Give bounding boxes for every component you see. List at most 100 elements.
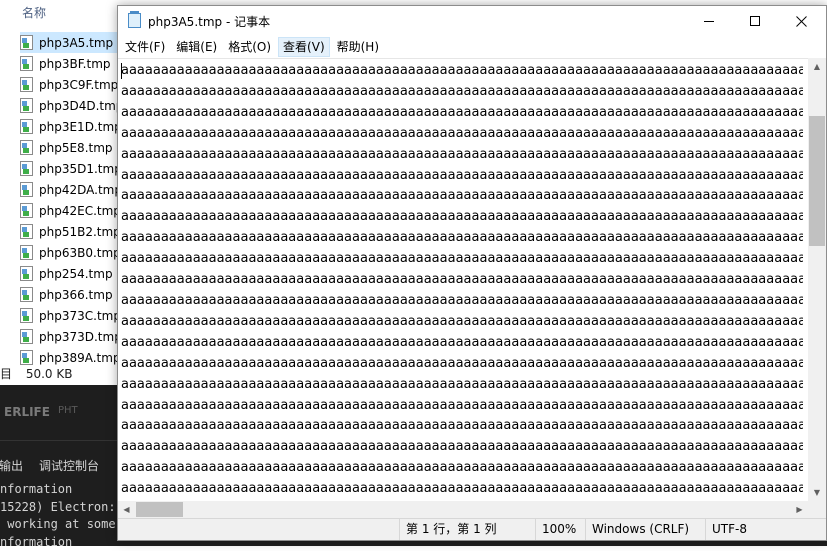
php-file-icon [20,266,33,281]
encoding: UTF-8 [705,519,822,540]
file-list-item[interactable]: php42EC.tmp [20,200,130,221]
php-file-icon [20,224,33,239]
php-file-icon [20,140,33,155]
horizontal-scrollbar[interactable]: ◀ ▶ [118,501,808,518]
file-name: php51B2.tmp [39,225,121,239]
file-name: php3D4D.tmp [39,99,123,113]
item-count-label: 目 [0,367,12,381]
php-file-icon [20,203,33,218]
menu-item[interactable]: 编辑(E) [172,37,221,57]
php-file-icon [20,56,33,71]
file-list-item[interactable]: php3C9F.tmp [20,74,130,95]
text-line: aaaaaaaaaaaaaaaaaaaaaaaaaaaaaaaaaaaaaaaa… [121,61,803,82]
text-line: aaaaaaaaaaaaaaaaaaaaaaaaaaaaaaaaaaaaaaaa… [121,186,803,207]
file-list-item[interactable]: php3BF.tmp [20,53,130,74]
log-line: nformation [0,534,116,551]
file-list-item[interactable]: php51B2.tmp [20,221,130,242]
text-line: aaaaaaaaaaaaaaaaaaaaaaaaaaaaaaaaaaaaaaaa… [121,249,803,270]
menu-item[interactable]: 查看(V) [278,37,330,57]
tab-debug-console[interactable]: 调试控制台 [39,457,99,474]
file-name: php373D.tmp [39,330,122,344]
file-name: php42DA.tmp [39,183,122,197]
zoom-level: 100% [535,519,582,540]
file-name: php5E8.tmp [39,141,113,155]
scroll-left-icon[interactable]: ◀ [118,501,135,518]
file-name: php254.tmp [39,267,113,281]
file-list-item[interactable]: php5E8.tmp [20,137,130,158]
vertical-scrollbar[interactable]: ▲ ▼ [808,58,826,501]
close-icon [796,16,807,27]
log-line: working at some [0,516,116,534]
file-name: php35D1.tmp [39,162,122,176]
text-line: aaaaaaaaaaaaaaaaaaaaaaaaaaaaaaaaaaaaaaaa… [121,396,803,417]
file-list-item[interactable]: php254.tmp [20,263,130,284]
text-editor[interactable]: aaaaaaaaaaaaaaaaaaaaaaaaaaaaaaaaaaaaaaaa… [118,58,808,501]
maximize-button[interactable] [732,6,778,36]
text-line: aaaaaaaaaaaaaaaaaaaaaaaaaaaaaaaaaaaaaaaa… [121,333,803,354]
menu-bar: 文件(F)编辑(E)格式(O)查看(V)帮助(H) [118,36,826,58]
text-line: aaaaaaaaaaaaaaaaaaaaaaaaaaaaaaaaaaaaaaaa… [121,166,803,187]
notepad-window: php3A5.tmp - 记事本 文件(F)编辑(E)格式(O)查看(V)帮助(… [117,5,827,541]
editor-content[interactable]: aaaaaaaaaaaaaaaaaaaaaaaaaaaaaaaaaaaaaaaa… [121,61,803,500]
maximize-icon [750,16,760,26]
ide-divider [0,440,118,441]
title-bar[interactable]: php3A5.tmp - 记事本 [118,6,826,36]
php-file-icon [20,119,33,134]
menu-item[interactable]: 格式(O) [224,37,275,57]
file-list-item[interactable]: php373C.tmp [20,305,130,326]
php-file-icon [20,350,33,365]
tab-output[interactable]: 输出 [0,457,23,474]
file-name: php389A.tmp [39,351,121,365]
file-list-item[interactable]: php63B0.tmp [20,242,130,263]
menu-item[interactable]: 帮助(H) [333,37,383,57]
php-file-icon [20,98,33,113]
scroll-down-icon[interactable]: ▼ [808,484,826,501]
vertical-scroll-thumb[interactable] [809,116,825,246]
file-list-item[interactable]: php373D.tmp [20,326,130,347]
notepad-app-icon[interactable] [128,13,141,28]
text-line: aaaaaaaaaaaaaaaaaaaaaaaaaaaaaaaaaaaaaaaa… [121,479,803,500]
file-list: php3A5.tmp php3BF.tmp php3C9F.tmp php3D4D.t… [20,32,130,368]
php-file-icon [20,308,33,323]
scroll-right-icon[interactable]: ▶ [791,501,808,518]
file-name: php3A5.tmp [39,36,113,50]
file-list-item[interactable]: php3A5.tmp [20,32,130,53]
selection-size: 50.0 KB [26,367,73,381]
text-line: aaaaaaaaaaaaaaaaaaaaaaaaaaaaaaaaaaaaaaaa… [121,437,803,458]
php-file-icon [20,287,33,302]
horizontal-scroll-thumb[interactable] [136,502,183,517]
menu-item[interactable]: 文件(F) [121,37,169,57]
line-ending: Windows (CRLF) [585,519,697,540]
file-list-item[interactable]: php42DA.tmp [20,179,130,200]
file-name: php373C.tmp [39,309,121,323]
file-list-item[interactable]: php3D4D.tmp [20,95,130,116]
scroll-up-icon[interactable]: ▲ [808,58,826,75]
php-file-icon [20,329,33,344]
close-button[interactable] [778,6,824,36]
php-file-icon [20,77,33,92]
file-list-item[interactable]: php366.tmp [20,284,130,305]
ide-logo-secondary: PHT [58,405,78,416]
file-name: php42EC.tmp [39,204,121,218]
text-line: aaaaaaaaaaaaaaaaaaaaaaaaaaaaaaaaaaaaaaaa… [121,458,803,479]
text-line: aaaaaaaaaaaaaaaaaaaaaaaaaaaaaaaaaaaaaaaa… [121,228,803,249]
column-header-name[interactable]: 名称 [22,4,46,21]
minimize-icon [704,21,714,22]
text-line: aaaaaaaaaaaaaaaaaaaaaaaaaaaaaaaaaaaaaaaa… [121,103,803,124]
minimize-button[interactable] [686,6,732,36]
text-caret [121,63,122,79]
text-line: aaaaaaaaaaaaaaaaaaaaaaaaaaaaaaaaaaaaaaaa… [121,82,803,103]
window-title: php3A5.tmp - 记事本 [148,13,270,30]
file-name: php366.tmp [39,288,113,302]
cursor-position: 第 1 行，第 1 列 [399,519,531,540]
file-list-item[interactable]: php35D1.tmp [20,158,130,179]
file-name: php3C9F.tmp [39,78,118,92]
log-line: 15228) Electron: [0,499,116,517]
file-list-item[interactable]: php3E1D.tmp [20,116,130,137]
php-file-icon [20,245,33,260]
log-line: nformation [0,481,116,499]
text-line: aaaaaaaaaaaaaaaaaaaaaaaaaaaaaaaaaaaaaaaa… [121,354,803,375]
text-line: aaaaaaaaaaaaaaaaaaaaaaaaaaaaaaaaaaaaaaaa… [121,291,803,312]
text-line: aaaaaaaaaaaaaaaaaaaaaaaaaaaaaaaaaaaaaaaa… [121,124,803,145]
file-name: php63B0.tmp [39,246,121,260]
